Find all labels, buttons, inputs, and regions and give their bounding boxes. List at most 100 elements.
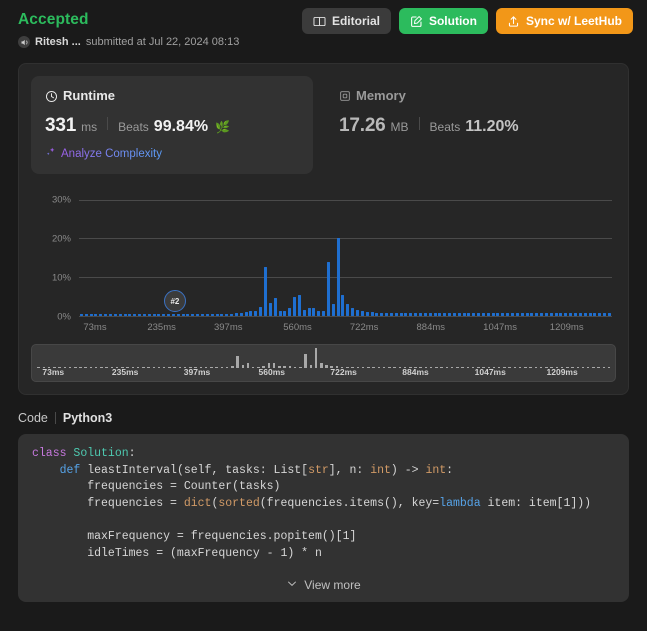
chart-bar bbox=[181, 313, 185, 316]
chart-bar bbox=[433, 313, 437, 316]
chart-bar bbox=[147, 313, 151, 316]
chart-bar bbox=[283, 310, 287, 316]
chart-bar bbox=[467, 313, 471, 316]
chart-bar bbox=[234, 313, 238, 316]
chart-bar bbox=[559, 313, 563, 316]
code-token: str bbox=[308, 463, 329, 477]
chart-bar bbox=[418, 313, 422, 316]
chart-bar bbox=[525, 313, 529, 316]
view-more-button[interactable]: View more bbox=[18, 568, 629, 602]
chart-bar bbox=[603, 313, 607, 316]
chart-bar bbox=[481, 313, 485, 316]
memory-label: Memory bbox=[356, 88, 406, 103]
chart-bar bbox=[501, 313, 505, 316]
chart-bar bbox=[176, 313, 180, 316]
memory-card[interactable]: Memory 17.26 MB Beats 11.20% bbox=[313, 76, 533, 174]
code-token: ) -> bbox=[390, 463, 426, 477]
editorial-button-label: Editorial bbox=[331, 14, 380, 28]
runtime-distribution-chart: 0% 10% 20% 30% #2 73ms 235ms 397ms 560ms 722ms 8… bbox=[31, 188, 616, 338]
memory-card-title-row: Memory bbox=[339, 88, 519, 104]
code-token: Solution bbox=[73, 447, 129, 460]
runtime-card[interactable]: Runtime 331 ms Beats 99.84% 🌿 Analyze Co… bbox=[31, 76, 313, 174]
chart-bar bbox=[365, 311, 369, 316]
chart-bar bbox=[186, 313, 190, 316]
chart-bar bbox=[312, 307, 316, 316]
runtime-beats-label: Beats bbox=[118, 120, 149, 134]
chart-bar bbox=[583, 313, 587, 316]
stats-row: Runtime 331 ms Beats 99.84% 🌿 Analyze Co… bbox=[31, 76, 616, 174]
chart-bar bbox=[360, 310, 364, 316]
chart-bar bbox=[79, 313, 83, 316]
chart-bar bbox=[331, 303, 335, 316]
code-language: Python3 bbox=[62, 411, 113, 425]
header-actions: Editorial Solution Sync w/ LeetHub bbox=[301, 8, 633, 34]
memory-divider bbox=[418, 117, 420, 130]
chart-bar bbox=[448, 313, 452, 316]
minimap-bar bbox=[304, 354, 307, 368]
chart-bar bbox=[496, 313, 500, 316]
chart-bar bbox=[598, 313, 602, 316]
submission-header: Accepted Ritesh ... submitted at Jul 22,… bbox=[0, 0, 647, 49]
code-token: lambda bbox=[439, 496, 481, 510]
chart-bar bbox=[225, 313, 229, 316]
chart-bar bbox=[307, 308, 311, 316]
chart-x-tick-label: 722ms bbox=[349, 322, 379, 333]
chart-bar bbox=[389, 312, 393, 316]
sync-leethub-button-label: Sync w/ LeetHub bbox=[525, 14, 622, 28]
analyze-complexity-link[interactable]: Analyze Complexity bbox=[45, 146, 162, 161]
chart-bar bbox=[472, 313, 476, 316]
chart-bar bbox=[588, 313, 592, 316]
code-token: frequencies = bbox=[32, 496, 184, 510]
chart-minimap[interactable]: 73ms 235ms 397ms 560ms 722ms 884ms 1047ms 1209m… bbox=[31, 344, 616, 382]
username[interactable]: Ritesh ... bbox=[35, 35, 81, 49]
submission-marker-badge[interactable]: #2 bbox=[163, 290, 186, 313]
chart-bar bbox=[230, 313, 234, 316]
chart-bar bbox=[554, 313, 558, 316]
chart-x-tick-label: 1209ms bbox=[549, 322, 584, 333]
code-section-header: Code Python3 bbox=[18, 411, 629, 425]
submission-marker-label: #2 bbox=[170, 296, 180, 306]
solution-button-label: Solution bbox=[428, 14, 477, 28]
chip-icon bbox=[339, 90, 351, 102]
chart-bar bbox=[293, 296, 297, 316]
code-token: def bbox=[59, 463, 88, 477]
runtime-unit: ms bbox=[81, 120, 98, 134]
code-block[interactable]: class Solution: def leastInterval(self, … bbox=[18, 446, 629, 562]
chart-x-tick-label: 73ms bbox=[83, 322, 107, 333]
code-panel: class Solution: def leastInterval(self, … bbox=[18, 434, 629, 603]
chart-bar bbox=[578, 313, 582, 316]
chart-bar bbox=[138, 313, 142, 316]
solution-button[interactable]: Solution bbox=[398, 8, 488, 34]
chart-bar bbox=[443, 313, 447, 316]
chart-x-tick-label: 560ms bbox=[283, 322, 312, 333]
chart-bar bbox=[351, 308, 355, 316]
chart-bar bbox=[564, 313, 568, 316]
chart-bar bbox=[123, 313, 127, 316]
minimap-x-tick-label: 1047ms bbox=[474, 367, 506, 377]
editorial-button[interactable]: Editorial bbox=[301, 8, 391, 34]
code-token: ], n: bbox=[328, 463, 371, 477]
sync-leethub-button[interactable]: Sync w/ LeetHub bbox=[495, 8, 633, 34]
code-token: dict bbox=[183, 496, 212, 510]
chart-bar bbox=[118, 313, 122, 316]
chart-bar bbox=[452, 313, 456, 316]
chart-bar bbox=[317, 311, 321, 316]
chart-x-tick-label: 235ms bbox=[147, 322, 176, 333]
minimap-bar bbox=[314, 348, 318, 368]
memory-beats-value: 11.20% bbox=[465, 118, 519, 135]
chart-x-axis-labels: 73ms 235ms 397ms 560ms 722ms 884ms 1047ms 1209m… bbox=[79, 320, 612, 338]
chart-bar-slot[interactable] bbox=[607, 188, 612, 316]
code-token: : bbox=[446, 463, 454, 477]
code-token: (self, tasks: List[ bbox=[176, 463, 309, 477]
chart-bar bbox=[549, 313, 553, 316]
code-header-divider bbox=[54, 412, 56, 424]
chart-bar bbox=[607, 313, 611, 316]
chart-gridline: 0% bbox=[57, 312, 612, 323]
chart-bar bbox=[152, 313, 156, 316]
code-token: ])) bbox=[570, 496, 592, 510]
code-token: frequencies = Counter(tasks) bbox=[32, 480, 281, 494]
runtime-beats-value: 99.84% bbox=[153, 118, 209, 135]
status-badge: Accepted bbox=[18, 11, 89, 28]
minimap-x-tick-label: 884ms bbox=[402, 367, 429, 377]
